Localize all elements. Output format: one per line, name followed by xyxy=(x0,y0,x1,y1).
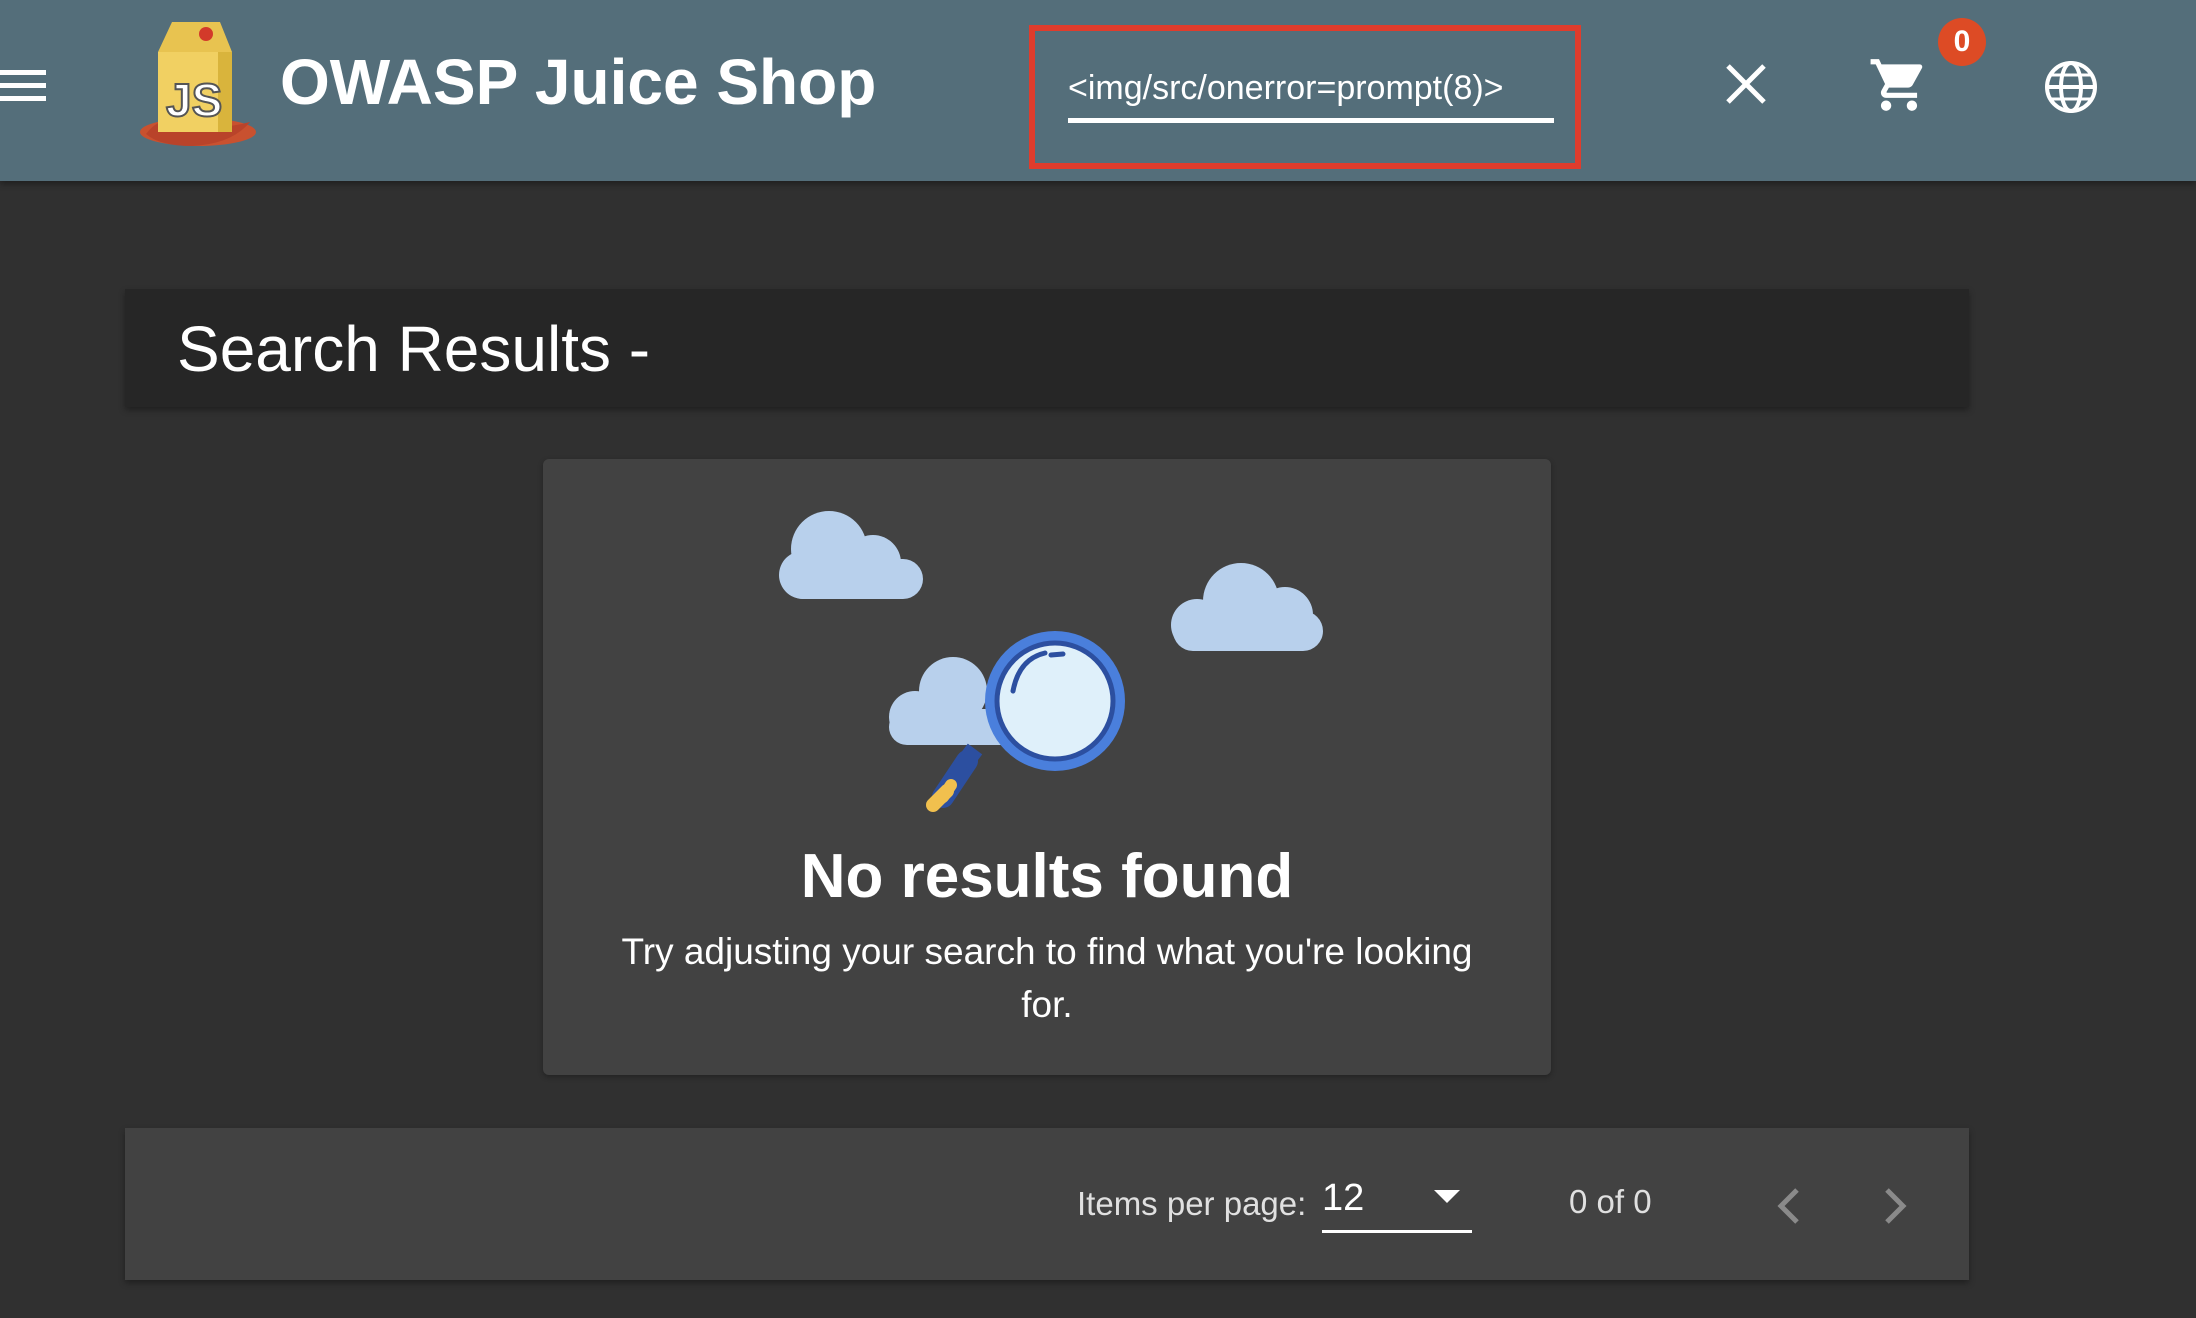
no-results-message: Try adjusting your search to find what y… xyxy=(621,931,1473,1025)
chevron-left-icon[interactable] xyxy=(1769,1184,1809,1228)
search-input[interactable] xyxy=(1068,58,1554,118)
svg-text:JS: JS xyxy=(166,74,222,126)
app-title[interactable]: OWASP Juice Shop xyxy=(280,42,876,122)
items-per-page-label: Items per page: xyxy=(1077,1185,1307,1222)
menu-icon-bar xyxy=(0,70,46,75)
items-per-page-select[interactable]: 12 xyxy=(1322,1170,1472,1234)
close-icon[interactable] xyxy=(1722,60,1770,108)
menu-icon-bar xyxy=(0,83,46,88)
menu-button[interactable] xyxy=(0,66,46,106)
page-range-label: 0 of 0 xyxy=(1569,1183,1652,1220)
magnifier-handle xyxy=(926,743,983,812)
juice-carton-logo[interactable]: JS xyxy=(132,12,260,152)
shopping-cart-icon[interactable] xyxy=(1868,54,1930,116)
page-title: Search Results - xyxy=(177,313,651,385)
chevron-right-icon[interactable] xyxy=(1875,1184,1915,1228)
magnifier-clouds-illustration xyxy=(779,511,1323,812)
menu-icon-bar xyxy=(0,96,46,101)
search-underline xyxy=(1068,118,1554,123)
cloud-icon xyxy=(779,511,923,599)
globe-icon[interactable] xyxy=(2042,58,2100,116)
items-per-page-value: 12 xyxy=(1322,1177,1365,1219)
top-toolbar: JS OWASP Juice Shop 0 xyxy=(0,0,2196,181)
cloud-icon xyxy=(1171,563,1323,651)
no-results-title: No results found xyxy=(800,842,1294,911)
search-results-header: Search Results - xyxy=(125,289,1969,407)
cart-count-badge: 0 xyxy=(1938,18,1986,66)
dropdown-arrow-icon xyxy=(1434,1190,1460,1203)
no-results-card: No results found Try adjusting your sear… xyxy=(543,459,1551,1075)
select-underline xyxy=(1322,1230,1472,1233)
paginator: Items per page: 12 0 of 0 xyxy=(125,1128,1969,1280)
